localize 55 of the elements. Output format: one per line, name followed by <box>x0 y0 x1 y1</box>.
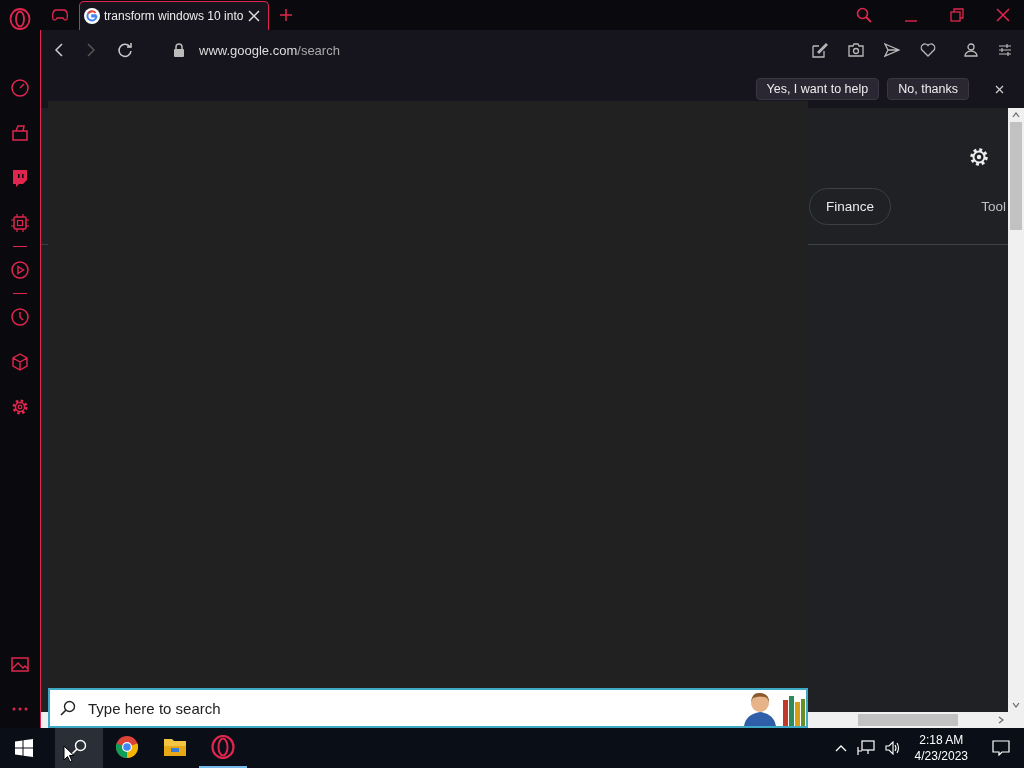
clock-date[interactable]: 4/23/2023 <box>914 748 968 764</box>
infobar-button[interactable]: Yes, I want to help <box>755 78 880 100</box>
tools-link[interactable]: Tool <box>981 198 1006 214</box>
infobar-button[interactable]: No, thanks <box>887 78 969 100</box>
chip-icon[interactable] <box>10 213 30 233</box>
scroll-up-icon[interactable] <box>1012 112 1020 118</box>
heart-icon[interactable] <box>920 42 936 58</box>
folder-icon <box>163 737 187 757</box>
search-icon <box>60 700 76 716</box>
image-icon[interactable] <box>10 654 30 674</box>
close-icon[interactable] <box>995 84 1004 94</box>
scroll-down-icon[interactable] <box>1012 702 1020 708</box>
scroll-thumb[interactable] <box>858 714 958 726</box>
clock-icon[interactable] <box>10 307 30 327</box>
network-icon[interactable] <box>856 740 875 756</box>
address-field[interactable]: www.google.com/search <box>199 42 340 58</box>
scrollbar[interactable] <box>1008 108 1024 712</box>
browser-tab[interactable]: transform windows 10 into <box>79 1 269 30</box>
settings-icon[interactable] <box>968 146 990 168</box>
taskbar-app[interactable] <box>55 728 103 768</box>
reload-icon[interactable] <box>117 42 133 58</box>
send-icon[interactable] <box>884 42 900 58</box>
play-icon[interactable] <box>10 260 30 280</box>
windows-start-icon[interactable] <box>15 739 33 757</box>
lock-icon <box>173 43 185 57</box>
shopping-bag-icon[interactable] <box>10 123 30 143</box>
user-icon[interactable] <box>964 43 978 57</box>
pencil-icon[interactable] <box>812 42 828 58</box>
more-icon[interactable] <box>11 706 29 712</box>
back-icon[interactable] <box>53 43 65 57</box>
google-icon <box>84 8 100 24</box>
chrome-icon <box>115 735 139 759</box>
twitch-icon[interactable] <box>10 168 30 188</box>
search-icon[interactable] <box>856 7 872 23</box>
search-icon <box>71 739 87 755</box>
tab-title: transform windows 10 into <box>104 9 244 23</box>
cube-icon[interactable] <box>10 352 30 372</box>
opera-icon <box>211 735 235 759</box>
volume-icon[interactable] <box>884 741 901 755</box>
new-tab-icon[interactable] <box>279 8 293 22</box>
scroll-thumb[interactable] <box>1010 122 1022 230</box>
forward-icon[interactable] <box>85 43 97 57</box>
search-field[interactable]: Type here to search <box>86 698 730 718</box>
speedometer-icon[interactable] <box>10 78 30 98</box>
mouse-cursor-icon <box>63 745 75 763</box>
notification-icon[interactable] <box>992 740 1010 756</box>
search-bar[interactable]: Type here to search <box>48 688 808 728</box>
scroll-right-icon[interactable] <box>998 716 1004 724</box>
restore-icon[interactable] <box>950 8 964 22</box>
chevron-up-icon[interactable] <box>834 744 847 752</box>
camera-icon[interactable] <box>848 42 864 58</box>
gamepad-icon[interactable] <box>52 9 68 21</box>
settings-sliders-icon[interactable] <box>998 43 1012 57</box>
clock-time[interactable]: 2:18 AM <box>919 732 964 748</box>
opera-logo-icon[interactable] <box>9 8 31 30</box>
